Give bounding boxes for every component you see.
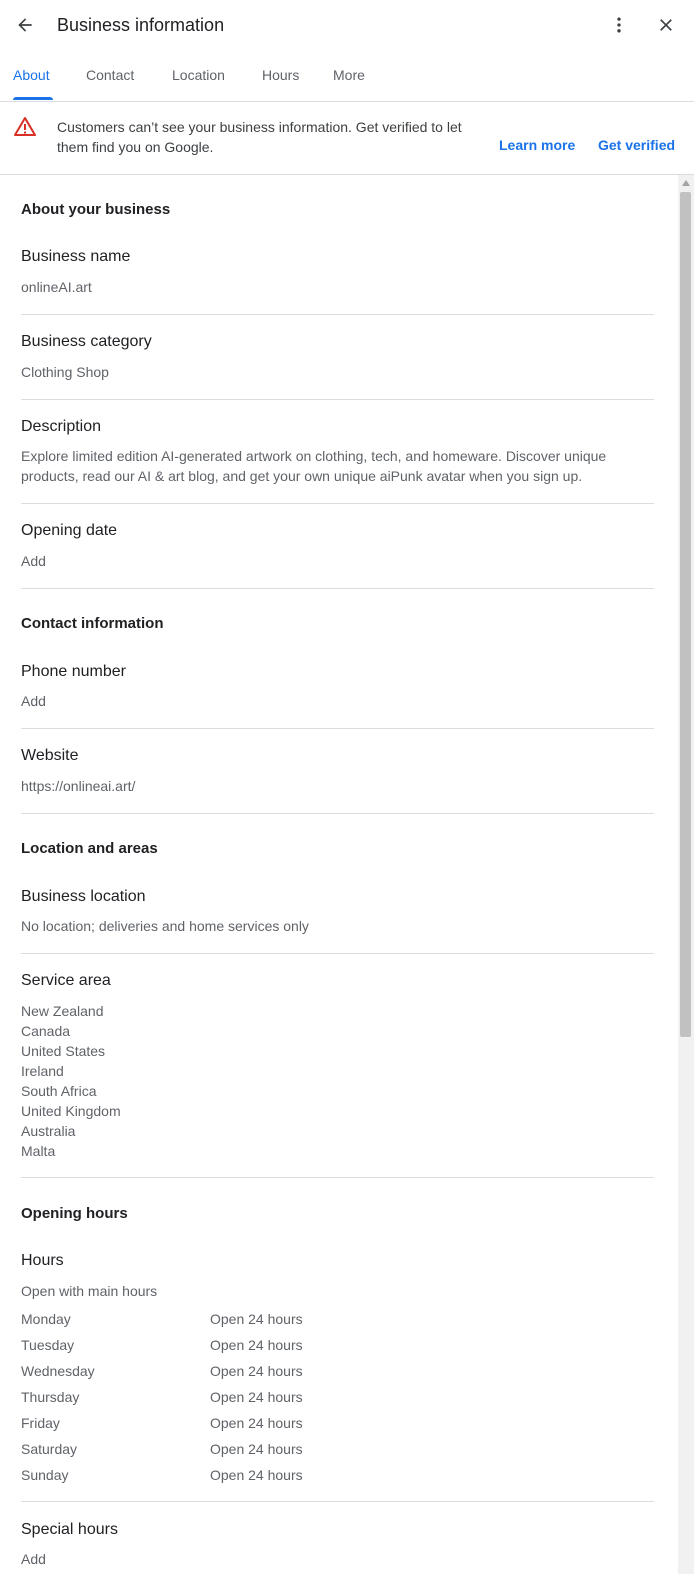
- hours-value: Open 24 hours: [210, 1337, 303, 1353]
- divider: [21, 728, 654, 729]
- business-location-value: No location; deliveries and home service…: [21, 918, 309, 934]
- service-area-item: United Kingdom: [21, 1103, 121, 1119]
- close-button[interactable]: [651, 10, 681, 40]
- tab-about[interactable]: About: [13, 50, 50, 101]
- active-tab-indicator: [13, 97, 53, 100]
- opening-date-value[interactable]: Add: [21, 551, 46, 571]
- special-hours-label[interactable]: Special hours: [21, 1519, 118, 1541]
- banner-message: Customers can’t see your business inform…: [57, 119, 462, 155]
- hours-day: Thursday: [21, 1389, 80, 1405]
- business-name-label[interactable]: Business name: [21, 246, 130, 268]
- divider: [21, 953, 654, 954]
- divider: [21, 314, 654, 315]
- scrollbar-thumb[interactable]: [680, 192, 691, 1037]
- service-area-item: South Africa: [21, 1083, 97, 1099]
- hours-status: Open with main hours: [21, 1283, 158, 1299]
- learn-more-link[interactable]: Learn more: [499, 135, 575, 155]
- tab-more[interactable]: More: [333, 50, 365, 101]
- hours-day: Saturday: [21, 1441, 78, 1457]
- website-label[interactable]: Website: [21, 745, 79, 767]
- hours-value: Open 24 hours: [210, 1363, 303, 1379]
- content-panel: About your business Business name online…: [0, 175, 678, 1574]
- section-hours-heading: Opening hours: [21, 1205, 128, 1222]
- service-area-item: United States: [21, 1043, 106, 1059]
- page-title: Business information: [57, 15, 225, 35]
- hours-day: Tuesday: [21, 1337, 75, 1353]
- hours-day: Sunday: [21, 1467, 69, 1483]
- service-area-item: Australia: [21, 1123, 76, 1139]
- hours-day: Wednesday: [21, 1363, 95, 1379]
- section-contact-heading: Contact information: [21, 615, 164, 632]
- hours-value: Open 24 hours: [210, 1311, 303, 1327]
- service-area-item: Malta: [21, 1143, 56, 1159]
- description-label[interactable]: Description: [21, 416, 101, 438]
- service-area-label[interactable]: Service area: [21, 970, 111, 992]
- hours-day: Friday: [21, 1415, 60, 1431]
- hours-value: Open 24 hours: [210, 1467, 303, 1483]
- scroll-up-button[interactable]: [678, 175, 694, 191]
- hours-value: Open 24 hours: [210, 1441, 303, 1457]
- hours-label[interactable]: Hours: [21, 1250, 64, 1272]
- business-category-label[interactable]: Business category: [21, 331, 152, 353]
- business-category-value: Clothing Shop: [21, 364, 109, 380]
- business-location-label[interactable]: Business location: [21, 886, 146, 908]
- business-name-value: onlineAI.art: [21, 279, 92, 295]
- get-verified-link[interactable]: Get verified: [598, 135, 675, 155]
- warning-icon: [14, 117, 36, 136]
- website-value: https://onlineai.art/: [21, 778, 136, 794]
- hours-value: Open 24 hours: [210, 1415, 303, 1431]
- section-about-heading: About your business: [21, 201, 171, 218]
- divider: [21, 588, 654, 589]
- close-icon: [660, 19, 672, 31]
- tab-bar: About Contact Location Hours More: [0, 50, 694, 102]
- arrow-back-icon: [18, 18, 32, 32]
- more-options-button[interactable]: [605, 10, 633, 40]
- phone-number-value[interactable]: Add: [21, 691, 46, 711]
- hours-day: Monday: [21, 1311, 71, 1327]
- divider: [21, 1501, 654, 1502]
- tab-location[interactable]: Location: [172, 50, 225, 101]
- triangle-up-icon: [682, 180, 690, 186]
- description-value: Explore limited edition AI-generated art…: [21, 448, 607, 484]
- service-area-item: Ireland: [21, 1063, 64, 1079]
- more-vert-icon: [617, 17, 621, 33]
- divider: [21, 503, 654, 504]
- hours-value: Open 24 hours: [210, 1389, 303, 1405]
- divider: [21, 1177, 654, 1178]
- back-button[interactable]: [10, 10, 40, 40]
- opening-date-label[interactable]: Opening date: [21, 520, 117, 542]
- phone-number-label[interactable]: Phone number: [21, 661, 126, 683]
- service-area-item: New Zealand: [21, 1003, 104, 1019]
- divider: [21, 813, 654, 814]
- divider: [21, 399, 654, 400]
- header-bar: Business information: [0, 0, 694, 50]
- verification-banner: Customers can’t see your business inform…: [0, 102, 694, 175]
- tab-contact[interactable]: Contact: [86, 50, 134, 101]
- service-area-item: Canada: [21, 1023, 71, 1039]
- section-location-heading: Location and areas: [21, 840, 158, 857]
- special-hours-value[interactable]: Add: [21, 1549, 46, 1569]
- tab-hours[interactable]: Hours: [262, 50, 299, 101]
